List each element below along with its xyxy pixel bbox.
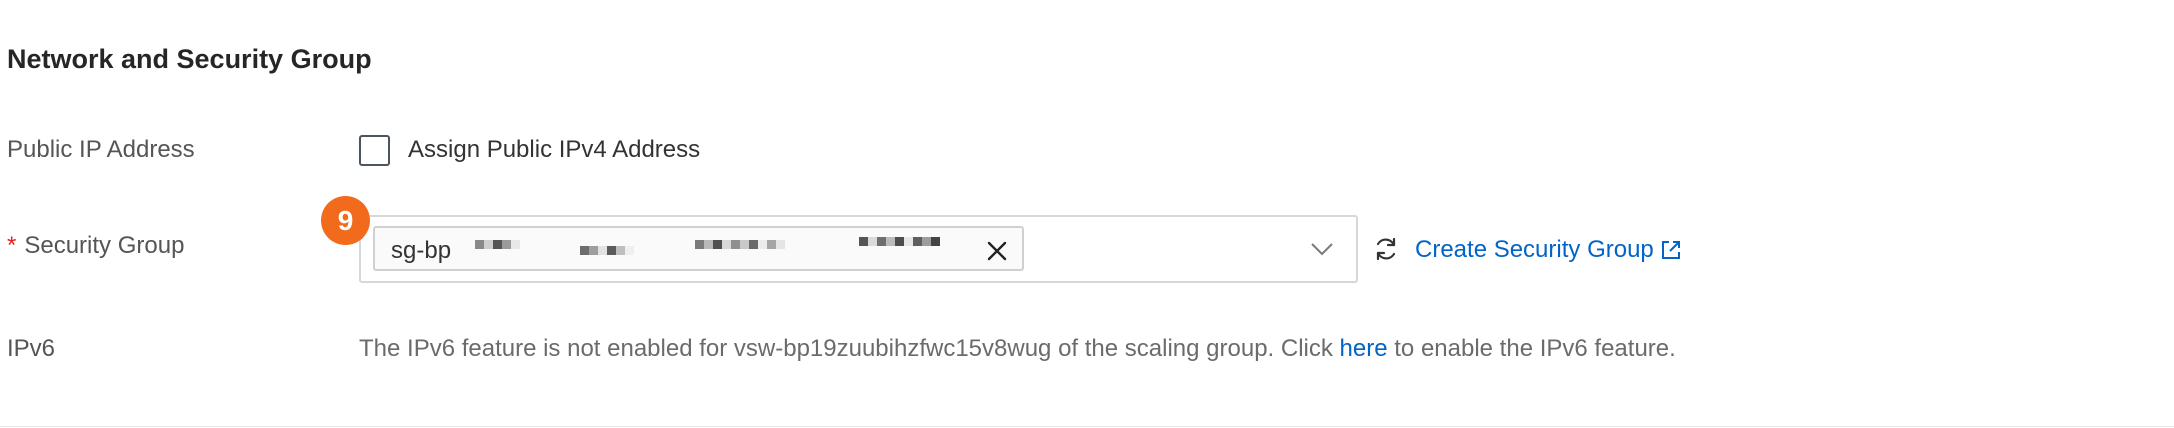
step-badge: 9 <box>321 196 370 245</box>
selected-security-group-text: sg-bp <box>391 237 452 264</box>
public-ip-label: Public IP Address <box>7 136 195 163</box>
assign-public-ipv4-label[interactable]: Assign Public IPv4 Address <box>408 136 700 164</box>
redacted-id <box>475 240 520 249</box>
ipv6-message-after: to enable the IPv6 feature. <box>1387 335 1676 362</box>
ipv6-message-before: The IPv6 feature is not enabled for vsw-… <box>359 335 1340 362</box>
selected-security-group-tag: sg-bp <box>373 226 1024 271</box>
security-group-select[interactable]: sg-bp <box>359 215 1358 283</box>
refresh-icon[interactable] <box>1373 236 1399 262</box>
close-icon[interactable] <box>986 240 1008 262</box>
chevron-down-icon[interactable] <box>1310 239 1334 259</box>
section-title: Network and Security Group <box>7 44 372 74</box>
security-group-label-row: * Security Group <box>7 232 184 260</box>
enable-ipv6-link[interactable]: here <box>1340 335 1388 362</box>
create-security-group-link[interactable]: Create Security Group <box>1415 236 1682 264</box>
create-security-group-text: Create Security Group <box>1415 236 1654 263</box>
assign-public-ipv4-checkbox[interactable] <box>359 135 390 166</box>
section-divider <box>0 426 2174 427</box>
security-group-label: Security Group <box>24 232 185 259</box>
required-mark: * <box>7 232 17 259</box>
ipv6-message: The IPv6 feature is not enabled for vsw-… <box>359 335 1676 363</box>
ipv6-label: IPv6 <box>7 335 56 362</box>
external-link-icon <box>1661 241 1680 259</box>
